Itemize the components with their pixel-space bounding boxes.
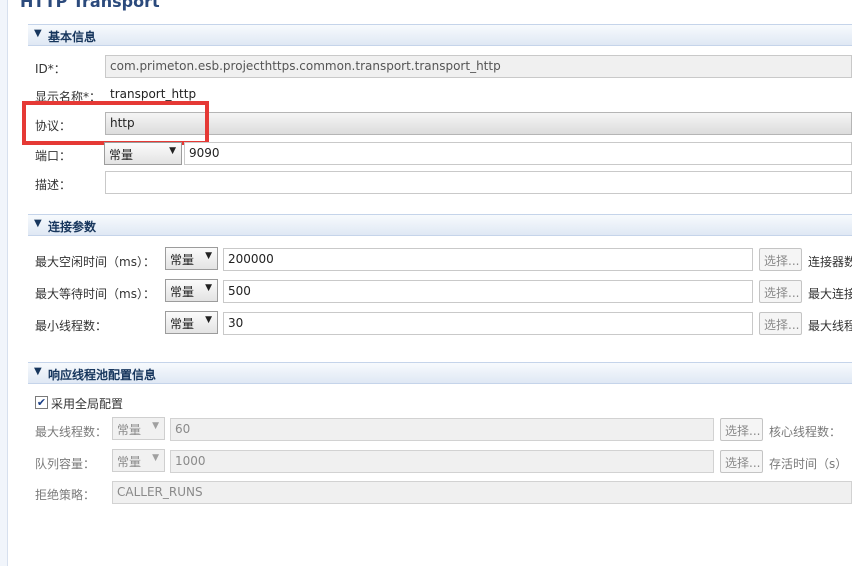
port-type-select[interactable]: 常量 ▼ (104, 142, 182, 165)
type-value: 常量 (117, 423, 142, 437)
pool-max-threads-label: 最大线程数： (35, 425, 108, 439)
port-input[interactable]: 9090 (184, 142, 852, 165)
use-global-config-checkbox[interactable]: ✔ (35, 396, 48, 409)
type-value: 常量 (117, 455, 142, 469)
max-idle-time-type-select[interactable]: 常量 ▼ (165, 247, 218, 270)
pool-max-threads-input[interactable]: 60 (170, 418, 714, 441)
max-wait-time-select-button[interactable]: 选择... (759, 280, 802, 303)
max-wait-time-label: 最大等待时间（ms）： (35, 287, 155, 301)
section-title-pool: 响应线程池配置信息 (48, 368, 157, 382)
triangle-down-icon[interactable]: ▼ (34, 366, 42, 377)
queue-capacity-label: 队列容量： (35, 457, 96, 471)
keep-alive-time-label: 存活时间（s） (769, 457, 848, 471)
section-header-basic[interactable]: ▼ 基本信息 (28, 24, 852, 46)
max-wait-time-input[interactable]: 500 (223, 280, 753, 303)
triangle-down-icon[interactable]: ▼ (34, 28, 42, 39)
chevron-down-icon: ▼ (205, 283, 212, 293)
pool-max-threads-type-select[interactable]: 常量 ▼ (112, 417, 165, 440)
max-connections-label: 最大连接 (808, 287, 852, 301)
chevron-down-icon: ▼ (152, 421, 159, 431)
id-field[interactable]: com.primeton.esb.projecthttps.common.tra… (105, 55, 852, 78)
chevron-down-icon: ▼ (205, 315, 212, 325)
left-border (0, 0, 8, 566)
max-wait-time-type-select[interactable]: 常量 ▼ (165, 279, 218, 302)
chevron-down-icon: ▼ (205, 251, 212, 261)
max-idle-time-label: 最大空闲时间（ms）： (35, 255, 155, 269)
queue-capacity-select-button[interactable]: 选择... (720, 450, 763, 473)
section-header-connection[interactable]: ▼ 连接参数 (28, 214, 852, 236)
reject-policy-label: 拒绝策略： (35, 488, 96, 502)
reject-policy-combo[interactable]: CALLER_RUNS (112, 481, 852, 504)
max-idle-time-input[interactable]: 200000 (223, 248, 753, 271)
page-title: HTTP Transport (20, 0, 160, 11)
id-label: ID*： (35, 62, 66, 76)
queue-capacity-input[interactable]: 1000 (170, 450, 714, 473)
highlight-box (22, 101, 209, 145)
description-label: 描述： (35, 178, 72, 192)
pool-max-threads-select-button[interactable]: 选择... (720, 418, 763, 441)
section-title-basic: 基本信息 (48, 30, 97, 44)
protocol-combo[interactable]: http (105, 112, 852, 135)
type-value: 常量 (170, 253, 195, 267)
display-name-field[interactable]: transport_http (105, 83, 852, 106)
max-threads-label: 最大线程 (808, 319, 852, 333)
port-type-value: 常量 (109, 148, 134, 162)
type-value: 常量 (170, 285, 195, 299)
section-title-connection: 连接参数 (48, 220, 97, 234)
triangle-down-icon[interactable]: ▼ (34, 218, 42, 229)
core-threads-label: 核心线程数： (769, 425, 842, 439)
min-threads-type-select[interactable]: 常量 ▼ (165, 311, 218, 334)
connector-count-label: 连接器数 (808, 255, 852, 269)
description-input[interactable] (105, 171, 852, 194)
checkmark-icon: ✔ (36, 396, 47, 409)
queue-capacity-type-select[interactable]: 常量 ▼ (112, 449, 165, 472)
section-header-pool[interactable]: ▼ 响应线程池配置信息 (28, 362, 852, 384)
min-threads-select-button[interactable]: 选择... (759, 312, 802, 335)
min-threads-label: 最小线程数： (35, 319, 108, 333)
max-idle-time-select-button[interactable]: 选择... (759, 248, 802, 271)
use-global-config-label: 采用全局配置 (51, 397, 124, 411)
chevron-down-icon: ▼ (152, 453, 159, 463)
chevron-down-icon: ▼ (169, 146, 176, 156)
type-value: 常量 (170, 317, 195, 331)
min-threads-input[interactable]: 30 (223, 312, 753, 335)
port-label: 端口： (35, 149, 72, 163)
